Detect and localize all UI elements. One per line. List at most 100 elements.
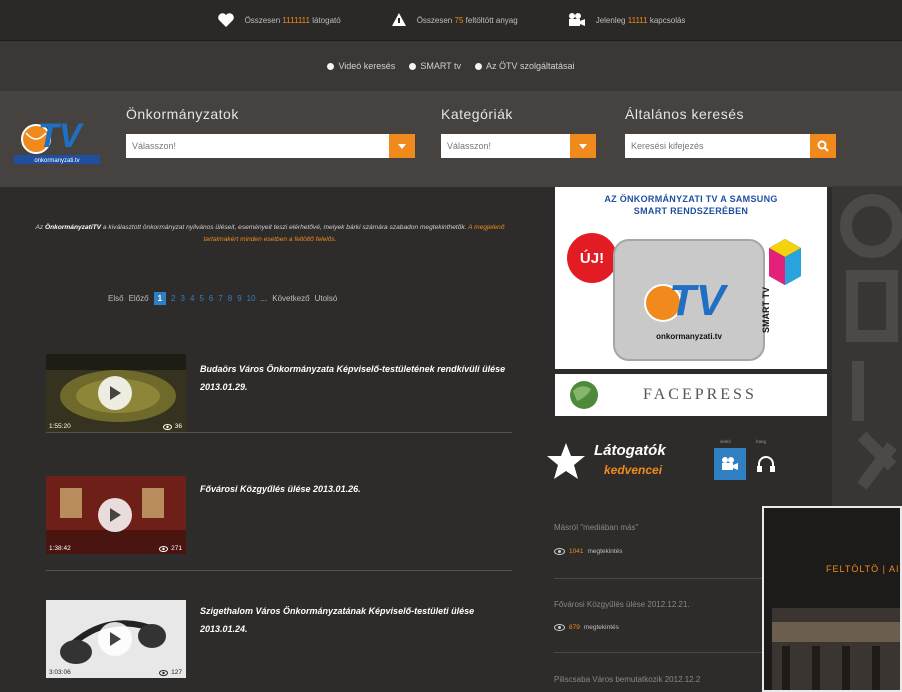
video-title[interactable]: Budaörs Város Önkormányzata Képviselő-te… [200, 360, 510, 396]
star-icon [547, 443, 585, 479]
video-thumbnail[interactable]: 1:55:20 36 [46, 354, 186, 432]
stat-prefix: Összesen [244, 15, 281, 25]
stat-suffix: feltöltött anyag [465, 15, 518, 25]
bullet-icon [475, 62, 482, 70]
video-duration: 1:38:42 [49, 545, 71, 552]
banner-site: onkormanyzati.tv [656, 332, 722, 341]
top-stats-bar: Összesen 1111111 látogató Összesen 75 fe… [0, 0, 902, 41]
facepress-banner[interactable]: FACEPRESS [555, 374, 827, 416]
video-thumbnail[interactable]: 3:03:06 127 [46, 600, 186, 678]
tv-illustration: TV onkormanyzati.tv [613, 239, 765, 361]
favorites-video-button[interactable] [714, 448, 746, 480]
page-link[interactable]: 8 [228, 294, 232, 303]
page-current[interactable]: 1 [153, 292, 167, 305]
page-link[interactable]: 4 [190, 294, 194, 303]
video-duration: 1:55:20 [49, 423, 71, 430]
intro-body: a kiválasztott önkormányzat nyilvános ül… [102, 224, 467, 231]
municipalities-label: Önkormányzatok [126, 106, 239, 122]
page-next[interactable]: Következő [272, 294, 309, 303]
page-prev[interactable]: Előző [129, 294, 149, 303]
video-duration: 3:03:06 [49, 669, 71, 676]
video-title[interactable]: Szigethalom Város Önkormányzatának Képvi… [200, 602, 510, 638]
eye-icon [554, 548, 565, 555]
play-icon [110, 386, 121, 400]
play-button[interactable] [98, 622, 132, 656]
page-link[interactable]: 3 [180, 294, 184, 303]
categories-select[interactable]: Válasszon! [441, 134, 571, 158]
chevron-down-icon [579, 143, 587, 149]
play-button[interactable] [98, 498, 132, 532]
search-button[interactable] [810, 134, 836, 158]
side-item-title[interactable]: Fővárosi Közgyűlés ülése 2012.12.21. [554, 600, 690, 609]
video-item[interactable]: 1:38:42 271 Fővárosi Közgyűlés ülése 201… [46, 476, 512, 556]
side-item-title[interactable]: Piliscsaba Város bemutatkozik 2012.12.2 [554, 675, 700, 684]
nav-video-search[interactable]: Videó keresés [327, 61, 395, 71]
views-count: 36 [174, 423, 182, 430]
page-last[interactable]: Utolsó [315, 294, 338, 303]
bullet-icon [409, 62, 417, 70]
municipalities-select[interactable]: Válasszon! [126, 134, 390, 158]
categories-dropdown-button[interactable] [570, 134, 596, 158]
favorites-video-caption: videó [720, 439, 731, 444]
banner-headline-line1: AZ ÖNKORMÁNYZATI TV A SAMSUNG [604, 194, 778, 204]
video-views: 127 [159, 669, 182, 676]
video-views: 36 [162, 423, 182, 430]
nav-label: Videó keresés [338, 61, 396, 71]
globe-icon [570, 381, 598, 409]
banner-headline-line2: SMART RENDSZERÉBEN [633, 206, 749, 216]
divider [554, 652, 774, 653]
page-link[interactable]: 2 [171, 294, 175, 303]
intro-prefix: Az [35, 224, 44, 231]
page-link[interactable]: 10 [247, 294, 256, 303]
video-thumbnail[interactable]: 1:38:42 271 [46, 476, 186, 554]
search-icon [817, 140, 829, 152]
side-item-views: 1041 megtekintés [554, 548, 623, 555]
nav-services[interactable]: Az ÖTV szolgáltatásai [475, 61, 575, 71]
video-views: 271 [159, 545, 182, 552]
chevron-down-icon [398, 143, 406, 149]
eye-icon [554, 624, 565, 631]
views-label: megtekintés [587, 548, 623, 555]
side-item-title[interactable]: Másról "mediában más" [554, 523, 638, 532]
nav-links: Videó keresés SMART tv Az ÖTV szolgáltat… [0, 41, 902, 91]
page-ellipsis: ... [260, 294, 268, 303]
video-title[interactable]: Fővárosi Közgyűlés ülése 2013.01.26. [200, 480, 510, 498]
divider [554, 578, 774, 579]
page-link[interactable]: 6 [209, 294, 213, 303]
stat-value: 75 [454, 15, 464, 25]
nav-label: SMART tv [420, 61, 461, 71]
eye-icon [159, 669, 169, 676]
smart-tv-label: SMART TV [761, 287, 771, 333]
favorites-audio-caption: hang [756, 439, 767, 444]
pagination: Első Előző 1 2 3 4 5 6 7 8 9 10 ... Köve… [108, 292, 337, 305]
stat-suffix: látogató [312, 15, 341, 25]
nav-smart-tv[interactable]: SMART tv [409, 61, 461, 71]
page-link[interactable]: 5 [199, 294, 203, 303]
logo-tv-text: TV [38, 117, 85, 155]
eye-icon [162, 423, 172, 430]
favorites-audio-button[interactable] [750, 448, 782, 480]
heart-icon [217, 13, 234, 27]
facepress-label: FACEPRESS [643, 386, 757, 403]
municipalities-dropdown-button[interactable] [389, 134, 415, 158]
general-search-label: Általános keresés [625, 106, 745, 122]
play-button[interactable] [98, 376, 132, 410]
samsung-smart-banner[interactable]: AZ ÖNKORMÁNYZATI TV A SAMSUNG SMART REND… [555, 187, 827, 369]
favorites-subtitle: kedvencei [604, 463, 663, 477]
site-logo[interactable]: TV onkormanyzati.tv [12, 105, 102, 167]
eye-icon [159, 545, 169, 552]
video-item[interactable]: 1:55:20 36 Budaörs Város Önkormányzata K… [46, 354, 512, 434]
background-decoration [832, 186, 902, 506]
bullet-icon [327, 62, 335, 70]
stat-prefix: Összesen [416, 15, 453, 25]
overlay-image [772, 608, 900, 690]
general-search-input[interactable]: Keresési kifejezés [625, 134, 811, 158]
divider [46, 432, 512, 433]
overlay-panel[interactable]: FELTÖLTÖ | AI [762, 506, 902, 692]
side-item-views: 879 megtekintés [554, 624, 619, 631]
page-link[interactable]: 9 [237, 294, 241, 303]
views-count: 879 [569, 624, 580, 631]
page-link[interactable]: 7 [218, 294, 222, 303]
page-first[interactable]: Első [108, 294, 124, 303]
video-item[interactable]: 3:03:06 127 Szigethalom Város Önkormányz… [46, 600, 512, 680]
